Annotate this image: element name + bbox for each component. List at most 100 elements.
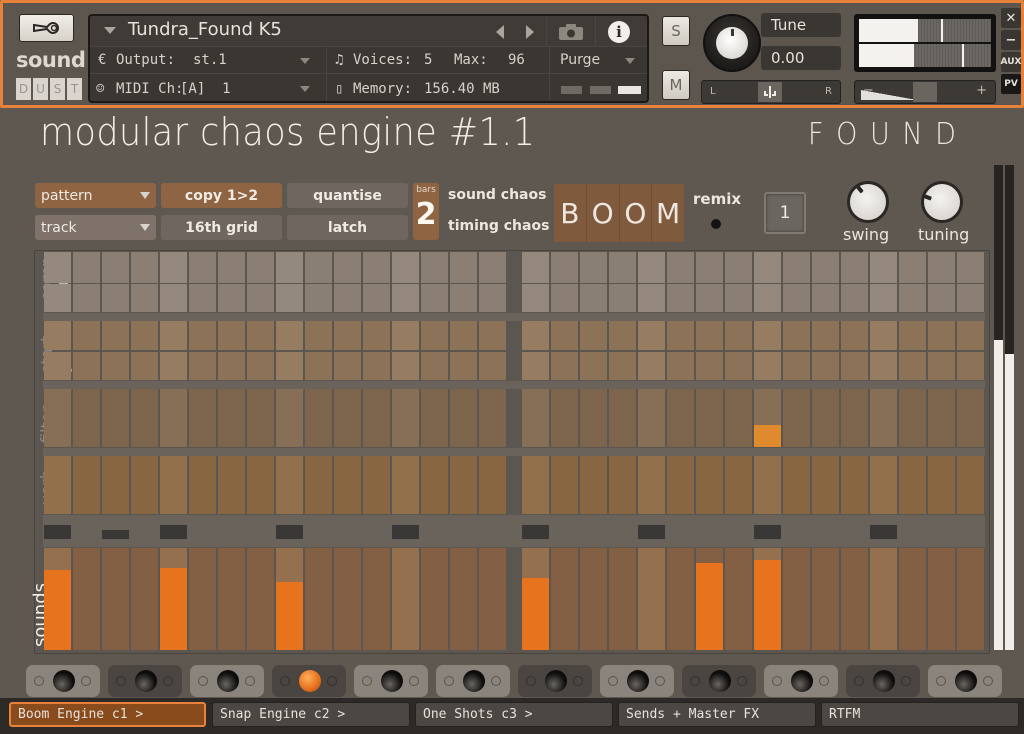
sound-step-cell[interactable] [189,548,216,650]
step-cell[interactable] [522,352,549,380]
pattern-number-display[interactable]: 1 [764,192,806,234]
step-cell[interactable] [479,389,506,447]
step-cell[interactable] [73,456,100,514]
step-cell[interactable] [638,389,665,447]
sound-step-cell[interactable] [247,548,274,650]
pan-slider-handle[interactable] [758,82,782,102]
step-cell[interactable] [392,284,419,312]
channel-puck[interactable] [108,665,182,697]
tab-rtfm[interactable]: RTFM [821,702,1019,727]
sound-step-cell[interactable] [305,548,332,650]
channel-knob[interactable] [381,670,403,692]
step-cell[interactable] [160,321,187,350]
step-cell[interactable] [754,456,781,514]
step-cell[interactable] [73,252,100,283]
step-cell[interactable] [247,389,274,447]
sound-step-cell[interactable] [102,548,129,650]
channel-left-dot-icon[interactable] [690,676,700,686]
channel-left-dot-icon[interactable] [280,676,290,686]
step-cell[interactable] [450,321,477,350]
step-cell[interactable] [131,456,158,514]
close-icon[interactable]: ✕ [1001,8,1021,28]
channel-right-dot-icon[interactable] [245,676,255,686]
channel-puck[interactable] [272,665,346,697]
sound-step-cell[interactable] [957,548,984,650]
channel-knob[interactable] [299,670,321,692]
instrument-name[interactable]: Tundra_Found K5 [128,19,282,40]
channel-puck[interactable] [846,665,920,697]
step-cell[interactable] [189,252,216,283]
channel-knob[interactable] [53,670,75,692]
tune-value[interactable]: 0.00 [761,46,841,70]
step-cell[interactable] [131,284,158,312]
channel-left-dot-icon[interactable] [854,676,864,686]
step-cell[interactable] [218,252,245,283]
step-cell[interactable] [928,389,955,447]
step-cell[interactable] [580,456,607,514]
step-cell[interactable] [841,252,868,283]
sound-step-cell[interactable] [638,548,665,650]
channel-right-dot-icon[interactable] [327,676,337,686]
channel-right-dot-icon[interactable] [409,676,419,686]
step-cell[interactable] [899,252,926,283]
mute-button[interactable]: M [662,70,690,100]
step-cell[interactable] [363,389,390,447]
step-cell[interactable] [276,252,303,283]
step-cell[interactable] [899,389,926,447]
step-cell[interactable] [189,352,216,380]
channel-right-dot-icon[interactable] [983,676,993,686]
step-cell[interactable] [783,321,810,350]
step-cell[interactable] [247,284,274,312]
channel-knob[interactable] [955,670,977,692]
tab-one-shots[interactable]: One Shots c3 > [415,702,613,727]
step-cell[interactable] [392,352,419,380]
step-cell[interactable] [218,284,245,312]
step-cell[interactable] [160,284,187,312]
step-cell[interactable] [276,352,303,380]
step-cell[interactable] [580,352,607,380]
step-cell[interactable] [609,284,636,312]
step-cell[interactable] [667,321,694,350]
step-cell[interactable] [44,352,71,380]
step-cell[interactable] [450,456,477,514]
sound-step-cell[interactable] [783,548,810,650]
step-cell[interactable] [899,352,926,380]
sound-step-cell[interactable] [609,548,636,650]
sound-step-cell[interactable] [725,548,752,650]
step-cell[interactable] [189,321,216,350]
step-cell[interactable] [725,284,752,312]
channel-left-dot-icon[interactable] [198,676,208,686]
sound-step-cell[interactable] [667,548,694,650]
step-cell[interactable] [305,284,332,312]
tuning-knob[interactable] [921,181,963,223]
step-cell[interactable] [522,284,549,312]
step-cell[interactable] [189,284,216,312]
step-cell[interactable] [522,321,549,350]
channel-knob[interactable] [791,670,813,692]
instrument-options-button[interactable] [19,14,74,42]
channel-right-dot-icon[interactable] [819,676,829,686]
bars-selector[interactable]: bars 2 [413,183,439,240]
step-cell[interactable] [334,284,361,312]
step-cell[interactable] [160,389,187,447]
step-cell[interactable] [870,284,897,312]
swing-knob[interactable] [847,181,889,223]
step-cell[interactable] [667,456,694,514]
step-cell[interactable] [334,321,361,350]
channel-right-dot-icon[interactable] [655,676,665,686]
step-cell[interactable] [479,252,506,283]
step-cell[interactable] [479,456,506,514]
step-cell[interactable] [783,456,810,514]
remix-button[interactable] [711,219,721,229]
step-cell[interactable] [44,284,71,312]
channel-puck[interactable] [354,665,428,697]
channel-right-dot-icon[interactable] [163,676,173,686]
channel-left-dot-icon[interactable] [608,676,618,686]
step-cell[interactable] [160,352,187,380]
step-cell[interactable] [305,321,332,350]
step-cell[interactable] [870,389,897,447]
step-cell[interactable] [841,456,868,514]
step-cell[interactable] [392,389,419,447]
step-cell[interactable] [870,252,897,283]
step-cell[interactable] [551,352,578,380]
